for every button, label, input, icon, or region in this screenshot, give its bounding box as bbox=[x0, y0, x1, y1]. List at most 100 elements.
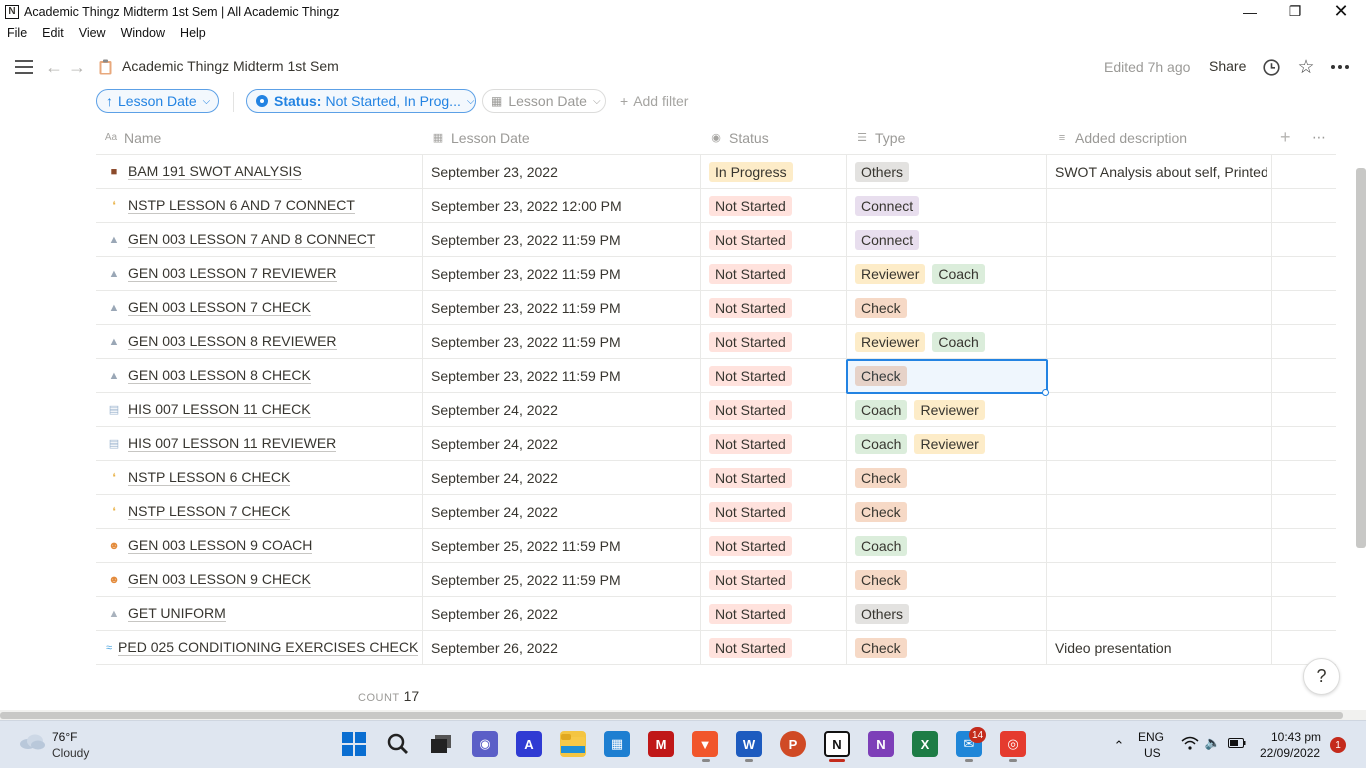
description-cell[interactable] bbox=[1055, 291, 1267, 324]
app-a-icon[interactable]: A bbox=[516, 731, 542, 757]
name-cell[interactable]: ▤ HIS 007 LESSON 11 REVIEWER bbox=[106, 427, 418, 460]
chevron-up-icon[interactable]: ⌃ bbox=[1106, 733, 1132, 759]
menu-window[interactable]: Window bbox=[121, 26, 165, 40]
language-indicator[interactable]: ENG bbox=[1138, 730, 1164, 744]
description-cell[interactable] bbox=[1055, 529, 1267, 562]
status-cell[interactable]: Not Started bbox=[709, 393, 844, 426]
page-title[interactable]: Academic Thingz Midterm 1st Sem bbox=[122, 58, 339, 74]
type-cell[interactable]: Check bbox=[855, 461, 1045, 494]
lesson-date-cell[interactable]: September 23, 2022 bbox=[431, 155, 696, 188]
powerpoint-icon[interactable]: P bbox=[780, 731, 806, 757]
brave-browser-icon[interactable]: ▼ bbox=[692, 731, 718, 757]
row-name[interactable]: GEN 003 LESSON 7 CHECK bbox=[128, 299, 311, 316]
name-cell[interactable]: ❛ NSTP LESSON 6 AND 7 CONNECT bbox=[106, 189, 418, 222]
status-cell[interactable]: Not Started bbox=[709, 189, 844, 222]
start-windows-icon[interactable] bbox=[341, 731, 367, 757]
menu-view[interactable]: View bbox=[79, 26, 106, 40]
clock-icon[interactable] bbox=[1261, 57, 1281, 77]
search-icon[interactable] bbox=[385, 731, 411, 757]
description-cell[interactable] bbox=[1055, 189, 1267, 222]
name-cell[interactable]: ❛ NSTP LESSON 6 CHECK bbox=[106, 461, 418, 494]
description-cell[interactable] bbox=[1055, 597, 1267, 630]
teams-chat-icon[interactable]: ◉ bbox=[472, 731, 498, 757]
volume-icon[interactable]: 🔈 bbox=[1203, 733, 1223, 753]
help-button[interactable]: ? bbox=[1303, 658, 1340, 695]
row-name[interactable]: BAM 191 SWOT ANALYSIS bbox=[128, 163, 302, 180]
table-row[interactable]: ≈ PED 025 CONDITIONING EXERCISES CHECK Sep… bbox=[96, 631, 1336, 665]
table-row[interactable]: ☻ GEN 003 LESSON 9 CHECK September 25, 202… bbox=[96, 563, 1336, 597]
onenote-icon[interactable]: N bbox=[868, 731, 894, 757]
name-cell[interactable]: ☻ GEN 003 LESSON 9 CHECK bbox=[106, 563, 418, 596]
horizontal-scrollbar-thumb[interactable] bbox=[0, 712, 1343, 719]
status-cell[interactable]: Not Started bbox=[709, 223, 844, 256]
table-row[interactable]: ▲ GEN 003 LESSON 8 REVIEWER September 23, … bbox=[96, 325, 1336, 359]
vertical-scrollbar-thumb[interactable] bbox=[1356, 168, 1366, 548]
more-columns-icon[interactable]: ⋯ bbox=[1312, 120, 1326, 155]
status-cell[interactable]: Not Started bbox=[709, 495, 844, 528]
minimize-icon[interactable]: — bbox=[1227, 0, 1273, 23]
type-cell[interactable]: Others bbox=[855, 155, 1045, 188]
sort-lesson-date-pill[interactable]: ↑ Lesson Date ⌵ bbox=[96, 89, 219, 113]
status-cell[interactable]: In Progress bbox=[709, 155, 844, 188]
hamburger-menu-icon[interactable] bbox=[14, 57, 34, 77]
restore-icon[interactable]: ❐ bbox=[1272, 0, 1318, 23]
column-header-status[interactable]: ◉ Status bbox=[709, 120, 769, 155]
table-row[interactable]: ❛ NSTP LESSON 6 CHECK September 24, 2022 No… bbox=[96, 461, 1336, 495]
description-cell[interactable] bbox=[1055, 427, 1267, 460]
row-name[interactable]: NSTP LESSON 6 CHECK bbox=[128, 469, 291, 486]
status-cell[interactable]: Not Started bbox=[709, 427, 844, 460]
add-filter-button[interactable]: + Add filter bbox=[620, 93, 688, 109]
lesson-date-cell[interactable]: September 26, 2022 bbox=[431, 631, 696, 664]
status-cell[interactable]: Not Started bbox=[709, 529, 844, 562]
resize-handle[interactable] bbox=[1042, 389, 1049, 396]
table-row[interactable]: ■ BAM 191 SWOT ANALYSIS September 23, 2022… bbox=[96, 155, 1336, 189]
type-cell[interactable]: Check bbox=[855, 631, 1045, 664]
status-cell[interactable]: Not Started bbox=[709, 325, 844, 358]
type-cell[interactable]: Connect bbox=[855, 223, 1045, 256]
description-cell[interactable] bbox=[1055, 495, 1267, 528]
table-row[interactable]: ▲ GEN 003 LESSON 7 REVIEWER September 23, … bbox=[96, 257, 1336, 291]
description-cell[interactable] bbox=[1055, 461, 1267, 494]
lesson-date-cell[interactable]: September 25, 2022 11:59 PM bbox=[431, 529, 696, 562]
description-cell[interactable] bbox=[1055, 325, 1267, 358]
row-name[interactable]: GEN 003 LESSON 9 COACH bbox=[128, 537, 313, 554]
lesson-date-cell[interactable]: September 23, 2022 11:59 PM bbox=[431, 291, 696, 324]
menu-help[interactable]: Help bbox=[180, 26, 206, 40]
description-cell[interactable] bbox=[1055, 359, 1267, 392]
excel-icon[interactable]: X bbox=[912, 731, 938, 757]
mcafee-icon[interactable]: M bbox=[648, 731, 674, 757]
row-name[interactable]: HIS 007 LESSON 11 REVIEWER bbox=[128, 435, 337, 452]
status-cell[interactable]: Not Started bbox=[709, 563, 844, 596]
column-header-lesson-date[interactable]: ▦ Lesson Date bbox=[431, 120, 530, 155]
battery-icon[interactable] bbox=[1227, 733, 1247, 753]
back-arrow-icon[interactable]: ← bbox=[44, 57, 64, 77]
status-cell[interactable]: Not Started bbox=[709, 461, 844, 494]
type-cell[interactable]: Coach Reviewer bbox=[855, 393, 1045, 426]
row-name[interactable]: GEN 003 LESSON 8 REVIEWER bbox=[128, 333, 337, 350]
name-cell[interactable]: ☻ GEN 003 LESSON 9 COACH bbox=[106, 529, 418, 562]
table-row[interactable]: ▤ HIS 007 LESSON 11 CHECK September 24, 20… bbox=[96, 393, 1336, 427]
lesson-date-cell[interactable]: September 23, 2022 11:59 PM bbox=[431, 359, 696, 392]
name-cell[interactable]: ❛ NSTP LESSON 7 CHECK bbox=[106, 495, 418, 528]
add-column-icon[interactable]: + bbox=[1280, 120, 1291, 155]
table-row-partial[interactable] bbox=[96, 665, 1336, 680]
lesson-date-cell[interactable]: September 24, 2022 bbox=[431, 427, 696, 460]
lesson-date-cell[interactable]: September 24, 2022 bbox=[431, 393, 696, 426]
microsoft-store-icon[interactable]: ▦ bbox=[604, 731, 630, 757]
table-row[interactable]: ▤ HIS 007 LESSON 11 REVIEWER September 24,… bbox=[96, 427, 1336, 461]
clock-date[interactable]: 22/09/2022 bbox=[1260, 746, 1320, 760]
table-row[interactable]: ☻ GEN 003 LESSON 9 COACH September 25, 202… bbox=[96, 529, 1336, 563]
type-cell[interactable]: Reviewer Coach bbox=[855, 325, 1045, 358]
name-cell[interactable]: ▲ GET UNIFORM bbox=[106, 597, 418, 630]
status-cell[interactable]: Not Started bbox=[709, 257, 844, 290]
row-name[interactable]: NSTP LESSON 6 AND 7 CONNECT bbox=[128, 197, 355, 214]
type-cell[interactable]: Check bbox=[855, 291, 1045, 324]
description-cell[interactable]: Video presentation bbox=[1055, 631, 1267, 664]
name-cell[interactable]: ▤ HIS 007 LESSON 11 CHECK bbox=[106, 393, 418, 426]
row-name[interactable]: PED 025 CONDITIONING EXERCISES CHECK bbox=[118, 639, 418, 656]
type-cell[interactable]: Coach bbox=[855, 529, 1045, 562]
name-cell[interactable]: ▲ GEN 003 LESSON 8 REVIEWER bbox=[106, 325, 418, 358]
status-cell[interactable]: Not Started bbox=[709, 631, 844, 664]
wifi-icon[interactable] bbox=[1180, 733, 1200, 753]
lesson-date-cell[interactable]: September 26, 2022 bbox=[431, 597, 696, 630]
